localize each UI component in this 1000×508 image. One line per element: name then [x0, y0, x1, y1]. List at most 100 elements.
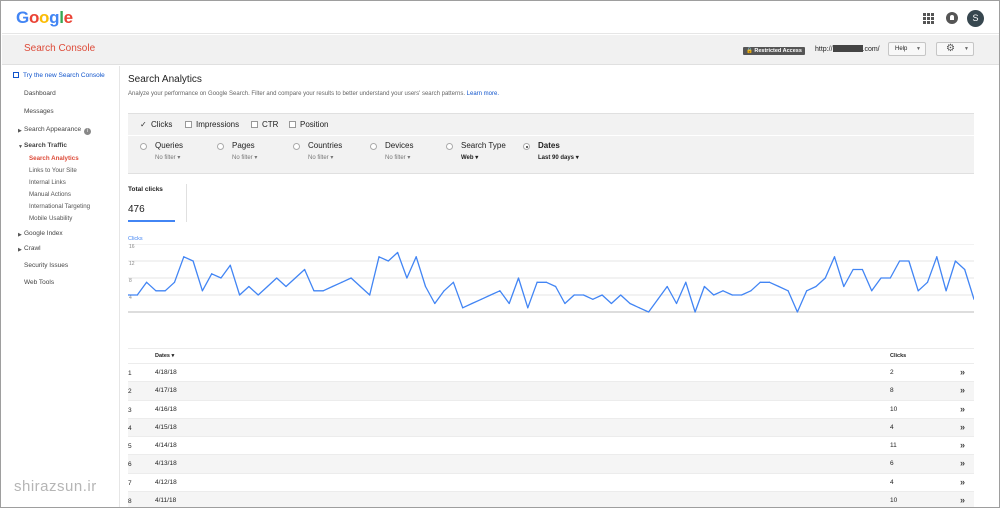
learn-more-link[interactable]: Learn more. [467, 91, 499, 97]
row-clicks: 10 [890, 497, 898, 505]
sidebar-item-crawl[interactable]: Crawl [24, 245, 41, 252]
table-row[interactable]: 1 4/18/18 2 » [128, 363, 974, 381]
row-date: 4/15/18 [155, 423, 177, 431]
row-details-chevron-icon[interactable]: » [960, 404, 965, 414]
table-row[interactable]: 6 4/13/18 6 » [128, 454, 974, 473]
row-date: 4/14/18 [155, 442, 177, 450]
sidebar-subitem-mobile-usability[interactable]: Mobile Usability [29, 215, 72, 222]
filter-countries-value[interactable]: No filter ▾ [308, 154, 333, 161]
settings-button[interactable]: ⚙ ▼ [936, 42, 974, 56]
restricted-access-label: Restricted Access [754, 48, 802, 54]
data-point [852, 268, 854, 271]
total-clicks-card[interactable]: Total clicks 476 [128, 184, 175, 222]
product-title[interactable]: Search Console [24, 43, 95, 54]
data-point [499, 290, 501, 292]
data-point [201, 290, 203, 292]
radio-icon[interactable] [217, 143, 224, 150]
expand-arrow-icon[interactable]: ▶ [18, 247, 22, 253]
sidebar-item-web-tools[interactable]: Web Tools [24, 279, 54, 286]
radio-selected-icon[interactable] [523, 143, 530, 150]
radio-icon[interactable] [370, 143, 377, 150]
expand-arrow-icon[interactable]: ▶ [18, 128, 22, 134]
logo-letter: e [63, 8, 73, 27]
filter-devices-label: Devices [385, 141, 414, 150]
table-row[interactable]: 3 4/16/18 10 » [128, 399, 974, 418]
data-point [443, 290, 445, 292]
data-point [787, 290, 789, 292]
sidebar-item-security-issues[interactable]: Security Issues [24, 262, 68, 269]
metric-impressions-checkbox[interactable]: Impressions [185, 120, 239, 129]
help-button[interactable]: Help ▼ [888, 42, 926, 56]
clicks-line-chart[interactable]: 16 12 8 4 [128, 244, 974, 326]
column-header-dates[interactable]: Dates ▾ [155, 353, 174, 359]
expand-arrow-icon[interactable]: ▶ [18, 232, 22, 238]
data-point [294, 277, 296, 279]
row-details-chevron-icon[interactable]: » [960, 385, 965, 395]
sidebar-subitem-internal-links[interactable]: Internal Links [29, 179, 66, 186]
row-details-chevron-icon[interactable]: » [960, 422, 965, 432]
row-details-chevron-icon[interactable]: » [960, 440, 965, 450]
filter-queries-value[interactable]: No filter ▾ [155, 154, 180, 161]
radio-icon[interactable] [446, 143, 453, 150]
row-date: 4/17/18 [155, 387, 177, 395]
table-row[interactable]: 2 4/17/18 8 » [128, 381, 974, 400]
metric-impressions-label: Impressions [196, 120, 240, 129]
sidebar-subitem-international-targeting[interactable]: International Targeting [29, 203, 90, 210]
try-new-console-link[interactable]: Try the new Search Console [13, 72, 105, 79]
row-index: 4 [128, 424, 132, 432]
data-point [675, 302, 678, 305]
data-point [434, 302, 436, 305]
row-details-chevron-icon[interactable]: » [960, 477, 965, 487]
filter-devices-value[interactable]: No filter ▾ [385, 154, 410, 161]
table-row[interactable]: 8 4/11/18 10 » [128, 491, 974, 507]
data-point [229, 264, 231, 266]
metric-clicks-checkbox[interactable]: ✓ Clicks [140, 120, 172, 129]
table-row[interactable]: 7 4/12/18 4 » [128, 472, 974, 491]
external-link-icon [13, 72, 19, 78]
row-index: 2 [128, 388, 132, 396]
filter-dates-value[interactable]: Last 90 days ▾ [538, 154, 579, 161]
metric-position-checkbox[interactable]: Position [289, 120, 328, 129]
sidebar-item-messages[interactable]: Messages [24, 108, 54, 115]
sidebar: Try the new Search Console Dashboard Mes… [2, 66, 120, 507]
data-point [926, 281, 929, 283]
filter-pages-value[interactable]: No filter ▾ [232, 154, 257, 161]
radio-icon[interactable] [293, 143, 300, 150]
google-logo[interactable]: Google [16, 8, 73, 28]
url-prefix: http:// [815, 46, 833, 53]
gear-icon: ⚙ [946, 43, 955, 54]
table-row[interactable]: 4 4/15/18 4 » [128, 417, 974, 437]
row-details-chevron-icon[interactable]: » [960, 495, 965, 505]
row-details-chevron-icon[interactable]: » [960, 458, 965, 468]
filter-countries-value-text: No filter [308, 155, 329, 161]
data-point [183, 256, 185, 258]
data-point [397, 251, 399, 254]
row-index: 5 [128, 443, 132, 451]
sidebar-subitem-manual-actions[interactable]: Manual Actions [29, 191, 71, 198]
collapse-arrow-icon[interactable]: ▼ [18, 144, 23, 150]
bell-icon[interactable] [946, 12, 958, 24]
apps-grid-icon[interactable] [923, 13, 934, 24]
sidebar-item-dashboard[interactable]: Dashboard [24, 90, 56, 97]
property-selector[interactable]: http:// .com/ [815, 45, 880, 53]
sidebar-subitem-search-analytics[interactable]: Search Analytics [29, 155, 79, 162]
table-row[interactable]: 5 4/14/18 11 » [128, 436, 974, 454]
sidebar-item-google-index[interactable]: Google Index [24, 230, 63, 237]
data-point [192, 260, 194, 262]
data-point [359, 285, 362, 288]
sidebar-subitem-links-to-your-site[interactable]: Links to Your Site [29, 167, 77, 174]
y-tick-label: 4 [129, 295, 132, 301]
sidebar-item-search-traffic[interactable]: Search Traffic [24, 142, 67, 149]
radio-icon[interactable] [140, 143, 147, 150]
data-point [313, 290, 315, 292]
data-point [406, 277, 408, 279]
info-icon[interactable]: i [84, 128, 92, 135]
row-details-chevron-icon[interactable]: » [960, 367, 965, 377]
filter-search-type-value[interactable]: Web ▾ [461, 154, 478, 161]
metric-ctr-checkbox[interactable]: CTR [251, 120, 278, 129]
column-header-clicks[interactable]: Clicks [890, 353, 906, 359]
row-date: 4/13/18 [155, 460, 177, 468]
chart-series-label: Clicks [128, 236, 143, 242]
avatar[interactable]: S [967, 10, 984, 27]
sidebar-item-search-appearance[interactable]: Search Appearance i [24, 126, 92, 135]
